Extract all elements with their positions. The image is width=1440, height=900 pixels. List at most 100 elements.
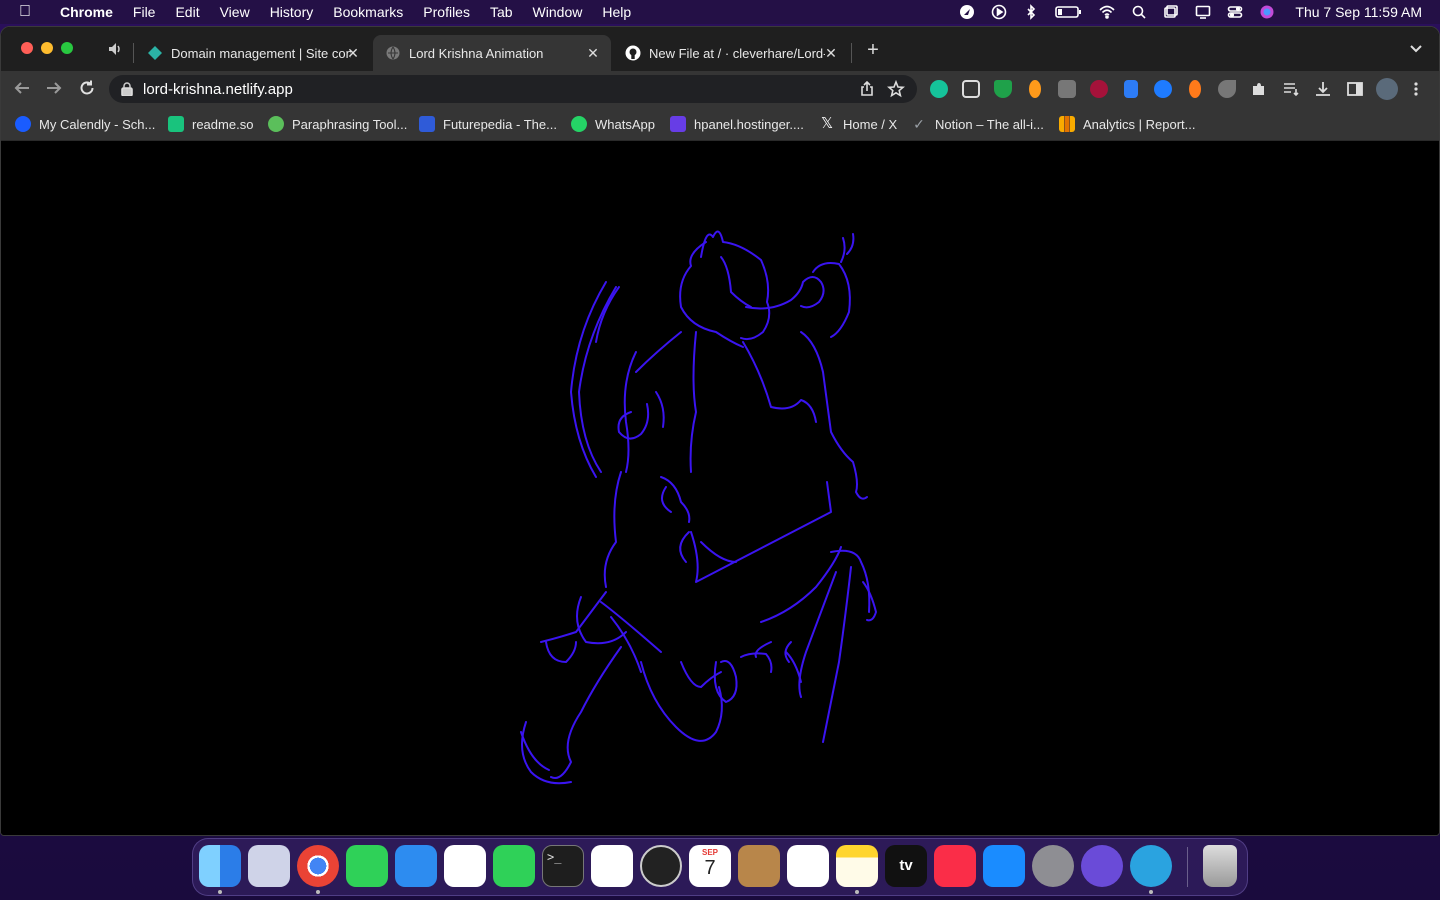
- chrome-icon[interactable]: [297, 845, 339, 887]
- puzzle-extensions-icon[interactable]: [1250, 80, 1268, 98]
- bookmark-item[interactable]: 𝕏 Home / X: [819, 115, 897, 133]
- grammarly-extension-icon[interactable]: [930, 80, 948, 98]
- screen-mirroring-icon[interactable]: [1187, 0, 1219, 24]
- bookmark-item[interactable]: hpanel.hostinger....: [670, 115, 804, 133]
- menu-edit[interactable]: Edit: [165, 4, 209, 20]
- bluetooth-icon[interactable]: [1015, 0, 1047, 24]
- close-tab-icon[interactable]: ✕: [345, 45, 361, 61]
- calendly-icon: [15, 116, 31, 132]
- menubar-clock[interactable]: Thu 7 Sep 11:59 AM: [1283, 4, 1422, 20]
- menu-bookmarks[interactable]: Bookmarks: [323, 4, 413, 20]
- new-tab-button[interactable]: +: [863, 40, 883, 61]
- music-icon[interactable]: [934, 845, 976, 887]
- camera-extension-icon[interactable]: [1058, 80, 1076, 98]
- finder-icon[interactable]: [199, 845, 241, 887]
- docs-extension-icon[interactable]: [1124, 80, 1138, 98]
- blue-extension-icon[interactable]: [1154, 80, 1172, 98]
- bookmark-star-icon[interactable]: [886, 79, 906, 98]
- browser-toolbar: lord-krishna.netlify.app: [1, 71, 1439, 107]
- close-window-button[interactable]: [21, 42, 33, 54]
- notes-icon[interactable]: [836, 845, 878, 887]
- play-status-icon[interactable]: [983, 0, 1015, 24]
- apple-tv-icon[interactable]: tv: [885, 845, 927, 887]
- battery-icon[interactable]: [1047, 0, 1091, 24]
- readme-icon: [168, 116, 184, 132]
- mail-icon[interactable]: [395, 845, 437, 887]
- bookmark-item[interactable]: readme.so: [168, 115, 253, 133]
- menu-history[interactable]: History: [260, 4, 324, 20]
- running-indicator: [218, 890, 222, 894]
- github-favicon-icon: [625, 45, 641, 61]
- back-button[interactable]: [13, 79, 33, 99]
- spotlight-search-icon[interactable]: [1123, 0, 1155, 24]
- facetime-icon[interactable]: [493, 845, 535, 887]
- download-icon[interactable]: [1314, 80, 1332, 98]
- globe-favicon-icon: [386, 46, 400, 60]
- bookmark-item[interactable]: ✓ Notion – The all-i...: [911, 115, 1044, 133]
- close-tab-icon[interactable]: ✕: [823, 45, 839, 61]
- system-settings-icon[interactable]: [1032, 845, 1074, 887]
- grey-extension-icon[interactable]: [1218, 80, 1236, 98]
- tab-github-new-file[interactable]: New File at / · cleverhare/Lord- ✕: [613, 35, 849, 71]
- bookmark-item[interactable]: Futurepedia - The...: [419, 115, 557, 133]
- profile-avatar[interactable]: [1376, 78, 1398, 100]
- running-indicator: [316, 890, 320, 894]
- bookmark-item[interactable]: My Calendly - Sch...: [15, 115, 155, 133]
- terminal-icon[interactable]: >_: [542, 845, 584, 887]
- url-text[interactable]: lord-krishna.netlify.app: [143, 81, 293, 98]
- stage-manager-icon[interactable]: [1155, 0, 1187, 24]
- calendar-icon[interactable]: SEP 7: [689, 845, 731, 887]
- telegram-icon[interactable]: [1130, 845, 1172, 887]
- reload-button[interactable]: [78, 79, 98, 99]
- menu-profiles[interactable]: Profiles: [413, 4, 480, 20]
- vscode-icon[interactable]: [591, 845, 633, 887]
- menu-tab[interactable]: Tab: [480, 4, 523, 20]
- menubar:  Chrome File Edit View History Bookmark…: [0, 0, 1440, 24]
- menu-help[interactable]: Help: [592, 4, 641, 20]
- wifi-icon[interactable]: [1091, 0, 1123, 24]
- control-center-icon[interactable]: [1219, 0, 1251, 24]
- menu-window[interactable]: Window: [523, 4, 593, 20]
- siri-icon[interactable]: [1251, 0, 1283, 24]
- tab-domain-management[interactable]: Domain management | Site con ✕: [135, 35, 371, 71]
- messages-icon[interactable]: [346, 845, 388, 887]
- record-extension-icon[interactable]: [1090, 80, 1108, 98]
- window-extension-icon[interactable]: [962, 80, 980, 98]
- forward-button[interactable]: [45, 79, 65, 99]
- menu-app-name[interactable]: Chrome: [50, 4, 123, 20]
- orange-extension-icon[interactable]: [1189, 80, 1201, 98]
- bookmark-item[interactable]: Analytics | Report...: [1059, 115, 1195, 133]
- whatsapp-icon: [571, 116, 587, 132]
- share-icon[interactable]: [859, 80, 875, 97]
- tab-audio-icon[interactable]: [107, 41, 123, 57]
- contacts-icon[interactable]: [738, 845, 780, 887]
- tab-lord-krishna[interactable]: Lord Krishna Animation ✕: [373, 35, 611, 71]
- side-panel-icon[interactable]: [1346, 80, 1364, 98]
- launchpad-icon[interactable]: [248, 845, 290, 887]
- shield-extension-icon[interactable]: [994, 80, 1012, 98]
- lock-icon[interactable]: [121, 82, 133, 97]
- trash-icon[interactable]: [1203, 845, 1237, 887]
- reminders-icon[interactable]: [787, 845, 829, 887]
- apple-menu-icon[interactable]: : [0, 3, 50, 21]
- dock: >_ SEP 7 tv: [192, 838, 1248, 896]
- tab-title: Domain management | Site con: [171, 45, 351, 61]
- more-options-icon[interactable]: [1411, 80, 1421, 98]
- minimize-window-button[interactable]: [41, 42, 53, 54]
- address-bar[interactable]: lord-krishna.netlify.app: [109, 75, 917, 103]
- zoom-window-button[interactable]: [61, 42, 73, 54]
- chevron-down-icon[interactable]: [1409, 41, 1425, 57]
- close-tab-icon[interactable]: ✕: [585, 45, 601, 61]
- notion-check-icon: ✓: [913, 116, 925, 132]
- bookmark-item[interactable]: Paraphrasing Tool...: [268, 115, 407, 133]
- webcam-app-icon[interactable]: [1081, 845, 1123, 887]
- obs-icon[interactable]: [640, 845, 682, 887]
- app-store-icon[interactable]: [983, 845, 1025, 887]
- navigation-status-icon[interactable]: [951, 0, 983, 24]
- flame-extension-icon[interactable]: [1029, 80, 1041, 98]
- menu-view[interactable]: View: [210, 4, 260, 20]
- photos-icon[interactable]: [444, 845, 486, 887]
- bookmark-item[interactable]: WhatsApp: [571, 115, 655, 133]
- reading-list-icon[interactable]: [1282, 80, 1300, 98]
- menu-file[interactable]: File: [123, 4, 166, 20]
